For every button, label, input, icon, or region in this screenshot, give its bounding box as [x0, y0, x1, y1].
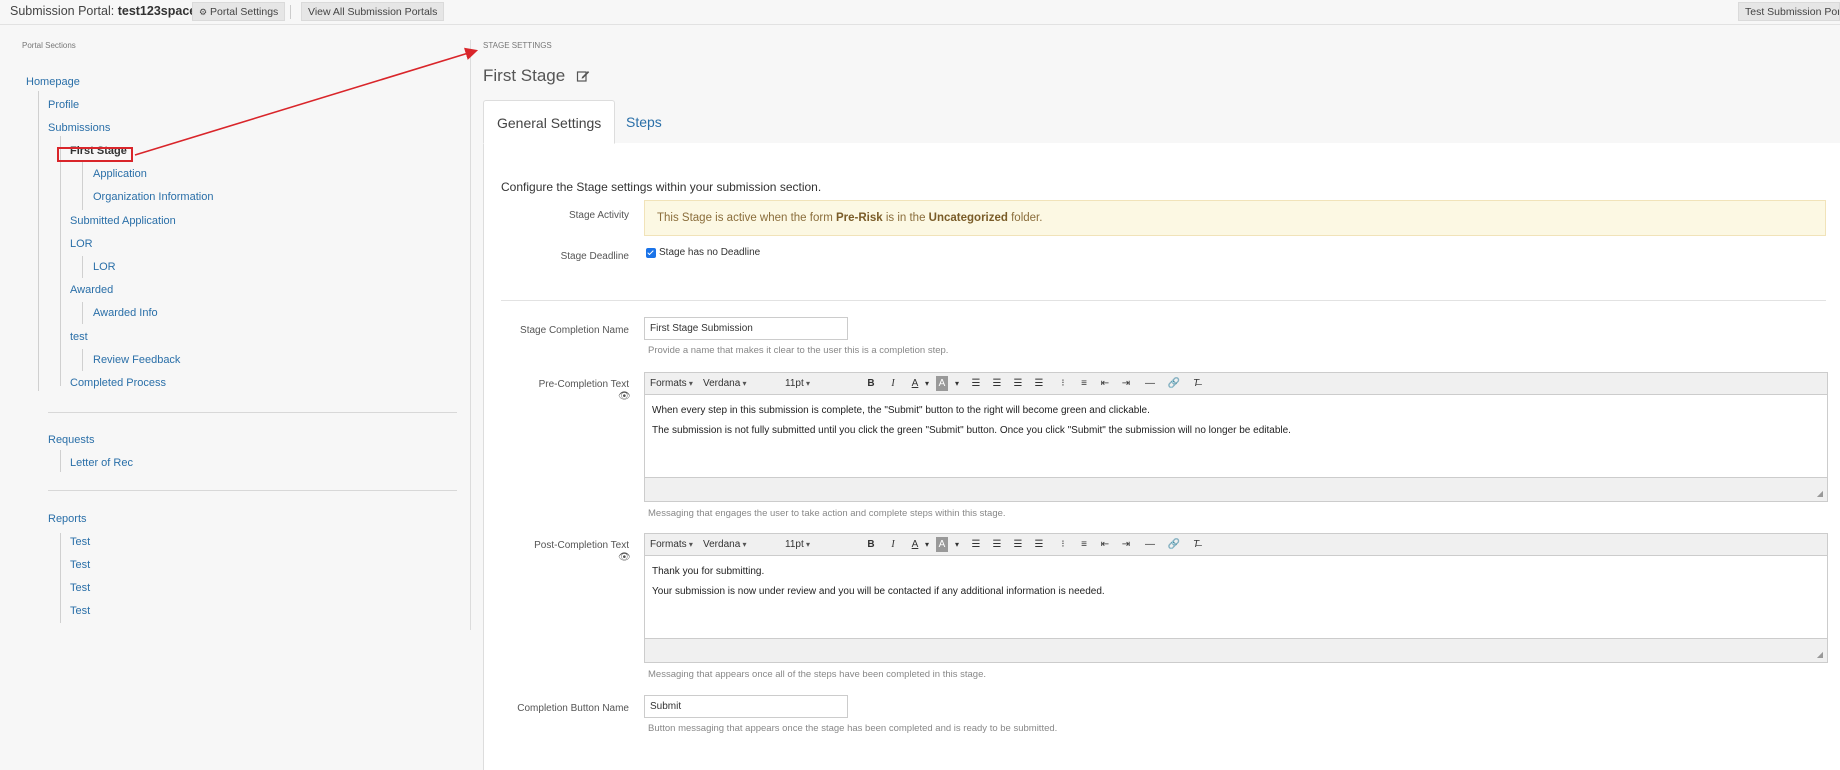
- editor-paragraph: The submission is not fully submitted un…: [652, 425, 1291, 436]
- align-right-icon[interactable]: ☰: [1010, 537, 1026, 552]
- indent-icon[interactable]: ⇥: [1118, 537, 1134, 552]
- alert-form-name: Pre-Risk: [835, 212, 883, 224]
- align-left-icon[interactable]: ☰: [968, 376, 984, 391]
- background-color-icon[interactable]: A: [936, 376, 948, 391]
- link-icon[interactable]: 🔗: [1166, 537, 1182, 552]
- editor-paragraph: When every step in this submission is co…: [652, 405, 1150, 416]
- editor-toolbar: Formats Verdana 11pt B I A ▾ A ▾ ☰ ☰ ☰ ☰…: [645, 373, 1827, 395]
- eye-icon[interactable]: 👁: [618, 552, 631, 563]
- stage-activity-alert: This Stage is active when the form Pre-R…: [644, 200, 1826, 236]
- post-completion-help: Messaging that appears once all of the s…: [648, 669, 986, 680]
- tab-general-settings[interactable]: General Settings: [483, 100, 616, 144]
- completion-name-input[interactable]: First Stage Submission: [644, 317, 848, 340]
- eye-icon[interactable]: 👁: [618, 391, 631, 402]
- no-deadline-checkbox-label[interactable]: Stage has no Deadline: [659, 247, 760, 258]
- clear-formatting-icon[interactable]: T̶: [1188, 537, 1204, 552]
- outdent-icon[interactable]: ⇤: [1097, 376, 1113, 391]
- resize-handle-icon[interactable]: ◢: [1817, 650, 1823, 659]
- completion-name-label: Stage Completion Name: [520, 325, 629, 336]
- formats-dropdown[interactable]: Formats: [650, 537, 693, 552]
- outdent-icon[interactable]: ⇤: [1097, 537, 1113, 552]
- align-justify-icon[interactable]: ☰: [1031, 376, 1047, 391]
- stage-activity-label: Stage Activity: [568, 210, 629, 221]
- chevron-down-icon[interactable]: ▾: [919, 376, 935, 391]
- completion-button-name-input[interactable]: Submit: [644, 695, 848, 718]
- font-family-dropdown[interactable]: Verdana: [703, 376, 771, 391]
- pre-completion-editor[interactable]: Formats Verdana 11pt B I A ▾ A ▾ ☰ ☰ ☰ ☰…: [644, 372, 1828, 502]
- section-divider: [501, 300, 1826, 301]
- pre-completion-label: Pre-Completion Text: [538, 379, 629, 390]
- chevron-down-icon[interactable]: ▾: [949, 537, 965, 552]
- intro-text: Configure the Stage settings within your…: [501, 180, 822, 194]
- horizontal-rule-icon[interactable]: —: [1142, 537, 1158, 552]
- tab-steps[interactable]: Steps: [613, 100, 675, 144]
- editor-paragraph: Your submission is now under review and …: [652, 586, 1105, 597]
- formats-dropdown[interactable]: Formats: [650, 376, 693, 391]
- alert-text: folder.: [1007, 212, 1043, 224]
- edit-icon[interactable]: [576, 69, 590, 83]
- horizontal-rule-icon[interactable]: —: [1142, 376, 1158, 391]
- clear-formatting-icon[interactable]: T̶: [1188, 376, 1204, 391]
- font-size-dropdown[interactable]: 11pt: [785, 376, 853, 391]
- editor-toolbar: Formats Verdana 11pt B I A ▾ A ▾ ☰ ☰ ☰ ☰…: [645, 534, 1827, 556]
- bullet-list-icon[interactable]: ⁝: [1055, 376, 1071, 391]
- post-completion-editor[interactable]: Formats Verdana 11pt B I A ▾ A ▾ ☰ ☰ ☰ ☰…: [644, 533, 1828, 663]
- bullet-list-icon[interactable]: ⁝: [1055, 537, 1071, 552]
- align-center-icon[interactable]: ☰: [989, 537, 1005, 552]
- italic-icon[interactable]: I: [885, 376, 901, 391]
- alert-text: is in the: [882, 212, 929, 224]
- completion-button-name-help: Button messaging that appears once the s…: [648, 723, 1058, 734]
- editor-statusbar: ◢: [645, 638, 1827, 662]
- chevron-down-icon[interactable]: ▾: [919, 537, 935, 552]
- font-size-dropdown[interactable]: 11pt: [785, 537, 853, 552]
- bold-icon[interactable]: B: [863, 537, 879, 552]
- pre-completion-help: Messaging that engages the user to take …: [648, 508, 1006, 519]
- editor-statusbar: ◢: [645, 477, 1827, 501]
- editor-content[interactable]: When every step in this submission is co…: [645, 395, 1827, 475]
- font-family-dropdown[interactable]: Verdana: [703, 537, 771, 552]
- editor-paragraph: Thank you for submitting.: [652, 566, 765, 577]
- align-center-icon[interactable]: ☰: [989, 376, 1005, 391]
- stage-deadline-label: Stage Deadline: [560, 251, 629, 262]
- main-content: STAGE SETTINGS First Stage Configure the…: [483, 40, 1840, 770]
- align-left-icon[interactable]: ☰: [968, 537, 984, 552]
- alert-folder-name: Uncategorized: [928, 212, 1008, 224]
- chevron-down-icon[interactable]: ▾: [949, 376, 965, 391]
- completion-name-help: Provide a name that makes it clear to th…: [648, 345, 949, 356]
- page-title: First Stage: [483, 66, 566, 85]
- completion-button-name-label: Completion Button Name: [517, 703, 629, 714]
- no-deadline-checkbox[interactable]: [646, 248, 656, 258]
- numbered-list-icon[interactable]: ≡: [1076, 376, 1092, 391]
- settings-panel: Configure the Stage settings within your…: [483, 143, 1840, 770]
- numbered-list-icon[interactable]: ≡: [1076, 537, 1092, 552]
- post-completion-label: Post-Completion Text: [534, 540, 629, 551]
- link-icon[interactable]: 🔗: [1166, 376, 1182, 391]
- indent-icon[interactable]: ⇥: [1118, 376, 1134, 391]
- align-right-icon[interactable]: ☰: [1010, 376, 1026, 391]
- resize-handle-icon[interactable]: ◢: [1817, 489, 1823, 498]
- editor-content[interactable]: Thank you for submitting. Your submissio…: [645, 556, 1827, 636]
- background-color-icon[interactable]: A: [936, 537, 948, 552]
- alert-text: This Stage is active when the form: [657, 212, 836, 224]
- section-label: STAGE SETTINGS: [483, 41, 552, 50]
- italic-icon[interactable]: I: [885, 537, 901, 552]
- align-justify-icon[interactable]: ☰: [1031, 537, 1047, 552]
- bold-icon[interactable]: B: [863, 376, 879, 391]
